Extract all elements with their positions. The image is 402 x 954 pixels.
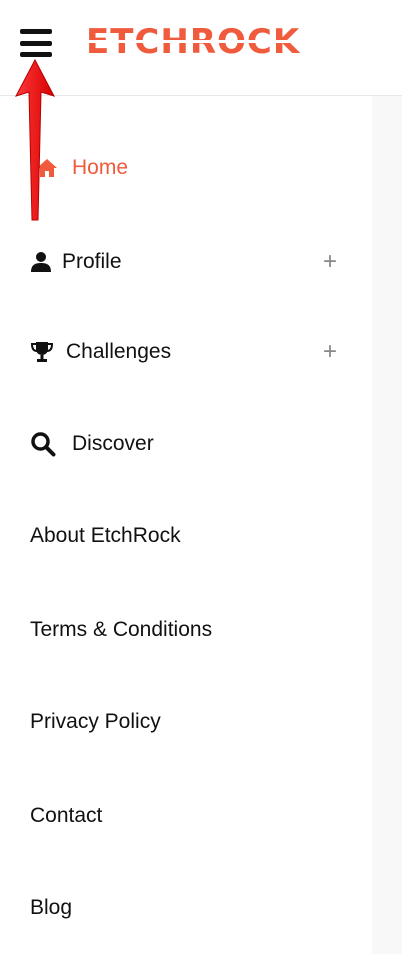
menu-item-profile[interactable]: Profile + <box>30 242 340 282</box>
menu-item-label: Discover <box>72 432 154 455</box>
menu-item-privacy[interactable]: Privacy Policy <box>30 702 340 742</box>
menu-item-discover[interactable]: Discover <box>30 424 340 464</box>
search-icon <box>30 432 72 457</box>
menu-item-label: Privacy Policy <box>30 710 161 733</box>
menu-item-label: Home <box>72 156 129 179</box>
hamburger-bar <box>20 52 52 57</box>
menu-item-label: Profile <box>62 250 122 273</box>
expand-plus-icon[interactable]: + <box>320 338 340 366</box>
hamburger-bar <box>20 40 52 46</box>
menu-item-label: Terms & Conditions <box>30 618 213 641</box>
menu-item-label: Contact <box>30 804 103 827</box>
hamburger-bar <box>20 29 52 34</box>
menu-item-challenges[interactable]: Challenges + <box>30 332 340 372</box>
user-icon <box>30 250 62 274</box>
menu-item-blog[interactable]: Blog <box>30 888 340 928</box>
menu-item-contact[interactable]: Contact <box>30 796 340 836</box>
hamburger-menu-icon[interactable] <box>20 29 52 57</box>
menu-item-home[interactable]: Home <box>30 148 340 188</box>
menu-item-about[interactable]: About EtchRock <box>30 516 340 556</box>
home-icon <box>30 156 72 180</box>
expand-plus-icon[interactable]: + <box>320 248 340 276</box>
content-backdrop <box>372 96 402 954</box>
menu-item-label: Challenges <box>66 340 172 363</box>
trophy-icon <box>30 340 66 364</box>
menu-item-label: About EtchRock <box>30 524 181 547</box>
menu-item-terms[interactable]: Terms & Conditions <box>30 610 340 650</box>
menu-item-label: Blog <box>30 896 73 919</box>
logo-stripe <box>86 40 338 43</box>
side-menu: Home Profile + Challenges + Discover Abo… <box>0 96 372 954</box>
app-header: ETCHROCK <box>0 0 402 96</box>
